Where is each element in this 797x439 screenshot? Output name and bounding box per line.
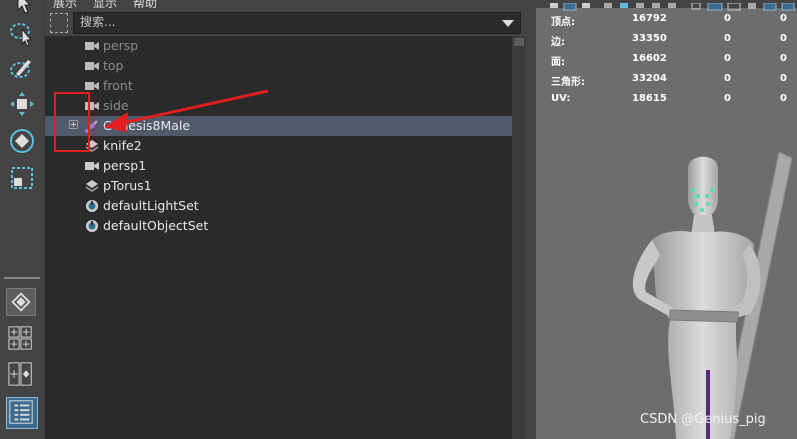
annotation-arrow-icon [104,89,269,132]
watermark: CSDN @Genius_pig [640,412,766,427]
